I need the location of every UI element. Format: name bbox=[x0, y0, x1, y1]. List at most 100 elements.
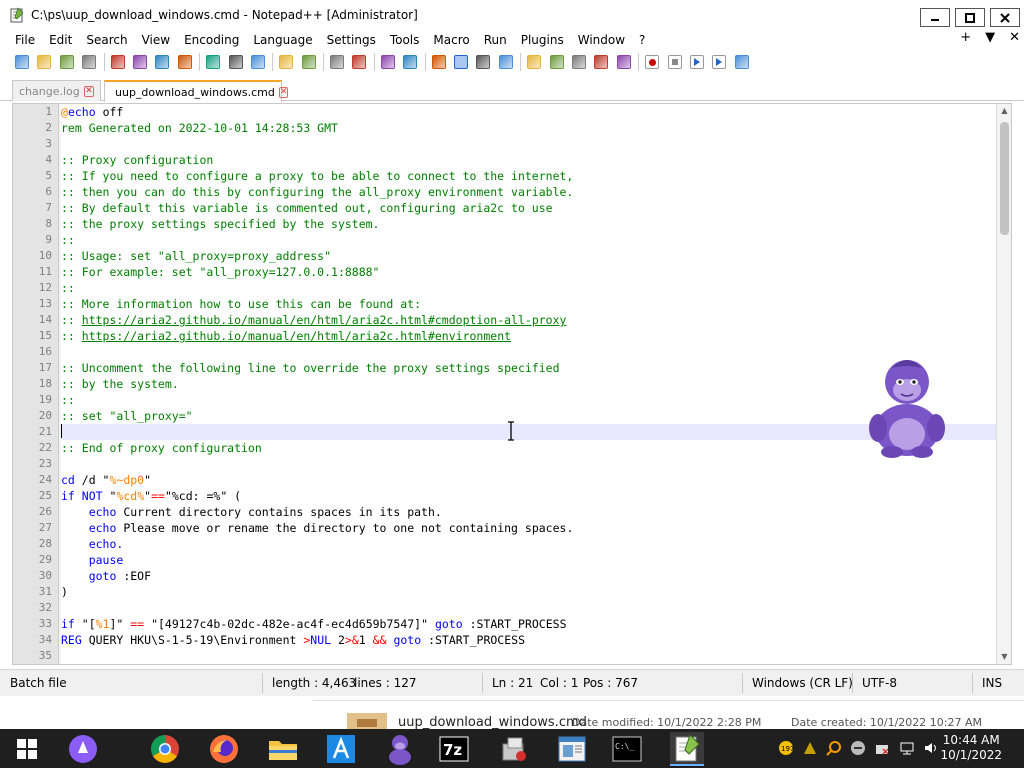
function-list-icon[interactable] bbox=[570, 53, 588, 71]
code-line[interactable]: if NOT "%cd%"=="%cd: =%" ( bbox=[61, 488, 996, 504]
code-line[interactable]: :: then you can do this by configuring t… bbox=[61, 184, 996, 200]
tab-close-icon[interactable]: ✕ bbox=[83, 85, 94, 97]
code-line[interactable] bbox=[61, 600, 996, 616]
terminal-taskbar-button[interactable]: C:\_ bbox=[610, 732, 644, 766]
code-line[interactable]: ) bbox=[61, 584, 996, 600]
code-line[interactable]: :: If you need to configure a proxy to b… bbox=[61, 168, 996, 184]
tray-search-icon[interactable] bbox=[825, 739, 843, 757]
cortana-button[interactable] bbox=[66, 732, 100, 766]
code-line[interactable]: :: By default this variable is commented… bbox=[61, 200, 996, 216]
code-area[interactable]: @echo off rem Generated on 2022-10-01 14:… bbox=[61, 104, 996, 664]
code-line[interactable]: :: bbox=[61, 392, 996, 408]
code-line[interactable]: :: by the system. bbox=[61, 376, 996, 392]
code-line[interactable]: :: Proxy configuration bbox=[61, 152, 996, 168]
undo-icon[interactable] bbox=[249, 53, 267, 71]
code-line[interactable]: :: https://aria2.github.io/manual/en/htm… bbox=[61, 328, 996, 344]
scroll-down-icon[interactable]: ▼ bbox=[997, 650, 1011, 664]
indent-guide-icon[interactable] bbox=[497, 53, 515, 71]
code-line[interactable]: rem Generated on 2022-10-01 14:28:53 GMT bbox=[61, 120, 996, 136]
close-doc-button[interactable]: ✕ bbox=[1009, 30, 1020, 45]
zoom-out-icon[interactable] bbox=[379, 53, 397, 71]
monitoring-icon[interactable] bbox=[615, 53, 633, 71]
app-a-taskbar-button[interactable] bbox=[324, 732, 358, 766]
user-language-icon[interactable] bbox=[525, 53, 543, 71]
menu-macro[interactable]: Macro bbox=[425, 33, 475, 47]
save-all-icon[interactable] bbox=[80, 53, 98, 71]
status-encoding[interactable]: UTF-8 bbox=[862, 670, 897, 696]
menu-file[interactable]: File bbox=[0, 33, 41, 47]
code-line[interactable]: :: End of proxy configuration bbox=[61, 440, 996, 456]
code-line[interactable]: :: For example: set "all_proxy=127.0.0.1… bbox=[61, 264, 996, 280]
word-wrap-icon[interactable] bbox=[452, 53, 470, 71]
network-icon[interactable] bbox=[898, 739, 916, 757]
folder-workspace-icon[interactable] bbox=[592, 53, 610, 71]
redo-icon[interactable] bbox=[277, 53, 295, 71]
menu-view[interactable]: View bbox=[134, 33, 176, 47]
scroll-thumb[interactable] bbox=[1000, 122, 1009, 235]
save-macro-icon[interactable] bbox=[733, 53, 751, 71]
code-line[interactable]: @echo off bbox=[61, 104, 996, 120]
code-line[interactable]: :: bbox=[61, 232, 996, 248]
open-file-icon[interactable] bbox=[35, 53, 53, 71]
document-viewer-taskbar-button[interactable] bbox=[555, 732, 589, 766]
menu-run[interactable]: Run bbox=[476, 33, 513, 47]
menu-plugins[interactable]: Plugins bbox=[513, 33, 570, 47]
scroll-up-icon[interactable]: ▲ bbox=[997, 104, 1011, 118]
zoom-in-icon[interactable] bbox=[350, 53, 368, 71]
code-line[interactable]: REG QUERY HKU\S-1-5-19\Environment >NUL … bbox=[61, 632, 996, 648]
menu-settings[interactable]: Settings bbox=[319, 33, 382, 47]
notepadpp-taskbar-button[interactable] bbox=[670, 732, 704, 766]
code-line[interactable] bbox=[61, 456, 996, 472]
status-eol[interactable]: Windows (CR LF) bbox=[752, 670, 853, 696]
menu-encoding[interactable]: Encoding bbox=[176, 33, 245, 47]
print-icon[interactable] bbox=[153, 53, 171, 71]
code-line[interactable] bbox=[61, 424, 996, 440]
code-line[interactable]: :: Uncomment the following line to overr… bbox=[61, 360, 996, 376]
close-all-icon[interactable] bbox=[131, 53, 149, 71]
replace-icon[interactable] bbox=[328, 53, 346, 71]
vertical-scrollbar[interactable]: ▲ ▼ bbox=[996, 104, 1011, 664]
bonzi-taskbar-button[interactable] bbox=[383, 732, 417, 766]
save-icon[interactable] bbox=[58, 53, 76, 71]
tray-status-icon[interactable] bbox=[849, 739, 867, 757]
taskbar-clock[interactable]: 10:44 AM 10/1/2022 bbox=[940, 733, 1002, 763]
chrome-taskbar-button[interactable] bbox=[148, 732, 182, 766]
new-file-icon[interactable] bbox=[13, 53, 31, 71]
code-line[interactable]: if "[%1]" == "[49127c4b-02dc-482e-ac4f-e… bbox=[61, 616, 996, 632]
play-macro-icon[interactable] bbox=[688, 53, 706, 71]
tab-change-log[interactable]: change.log ✕ bbox=[12, 80, 101, 101]
code-line[interactable]: :: Usage: set "all_proxy=proxy_address" bbox=[61, 248, 996, 264]
status-insert-mode[interactable]: INS bbox=[982, 670, 1002, 696]
maximize-button[interactable] bbox=[955, 8, 985, 27]
7zip-taskbar-button[interactable]: 7z bbox=[437, 732, 471, 766]
tab-close-icon[interactable]: ✕ bbox=[278, 86, 289, 98]
menu-help[interactable]: ? bbox=[631, 33, 651, 47]
code-line[interactable]: echo. bbox=[61, 536, 996, 552]
menu-tools[interactable]: Tools bbox=[382, 33, 426, 47]
code-line[interactable]: goto :EOF bbox=[61, 568, 996, 584]
code-line[interactable]: :: bbox=[61, 280, 996, 296]
code-line[interactable]: echo Please move or rename the directory… bbox=[61, 520, 996, 536]
stop-record-icon[interactable] bbox=[666, 53, 684, 71]
run-macro-multiple-icon[interactable] bbox=[710, 53, 728, 71]
volume-icon[interactable] bbox=[922, 739, 940, 757]
minimize-button[interactable] bbox=[920, 8, 950, 27]
sync-vertical-icon[interactable] bbox=[401, 53, 419, 71]
sync-horizontal-icon[interactable] bbox=[430, 53, 448, 71]
tray-fax-icon[interactable] bbox=[873, 739, 891, 757]
code-line[interactable]: pause bbox=[61, 552, 996, 568]
close-window-button[interactable] bbox=[990, 8, 1020, 27]
code-line[interactable] bbox=[61, 136, 996, 152]
code-line[interactable] bbox=[61, 344, 996, 360]
show-all-chars-icon[interactable] bbox=[474, 53, 492, 71]
tray-app-1-icon[interactable]: 197 bbox=[777, 739, 795, 757]
cut-icon[interactable] bbox=[176, 53, 194, 71]
menu-search[interactable]: Search bbox=[78, 33, 133, 47]
code-line[interactable]: :: More information how to use this can … bbox=[61, 296, 996, 312]
code-line[interactable]: echo Current directory contains spaces i… bbox=[61, 504, 996, 520]
copy-icon[interactable] bbox=[204, 53, 222, 71]
find-icon[interactable] bbox=[300, 53, 318, 71]
tray-app-2-icon[interactable] bbox=[801, 739, 819, 757]
installer-taskbar-button[interactable] bbox=[497, 732, 531, 766]
menu-edit[interactable]: Edit bbox=[41, 33, 78, 47]
